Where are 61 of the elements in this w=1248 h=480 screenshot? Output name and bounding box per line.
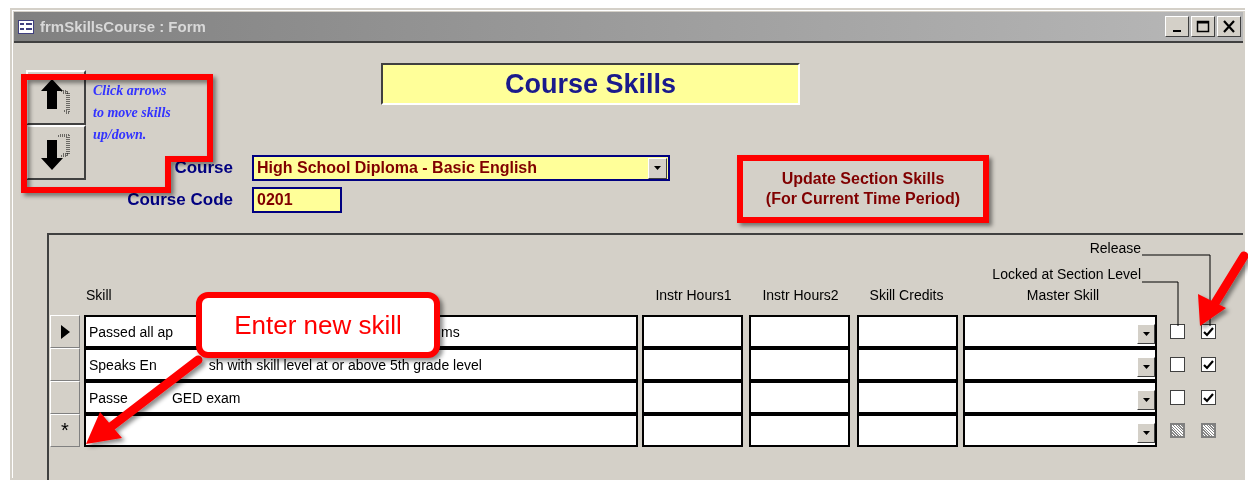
credits-field[interactable] xyxy=(857,348,958,381)
column-label: Release xyxy=(1089,239,1141,257)
hours-field[interactable] xyxy=(642,414,743,447)
form-icon xyxy=(18,19,34,34)
up-arrow-icon xyxy=(41,79,71,116)
hours-field[interactable] xyxy=(749,414,850,447)
skill-field[interactable]: Passe GED exam xyxy=(84,381,638,414)
hours-field[interactable] xyxy=(642,348,743,381)
dropdown-arrow-icon xyxy=(1142,398,1150,402)
column-header: Master Skill xyxy=(1025,287,1101,305)
field-label: Course Code xyxy=(127,190,233,210)
column-label: Locked at Section Level xyxy=(992,265,1141,283)
checkbox[interactable] xyxy=(1201,357,1216,372)
checkbox[interactable] xyxy=(1201,324,1216,339)
dropdown-arrow-icon xyxy=(1142,365,1150,369)
move-down-button[interactable] xyxy=(26,125,86,180)
callout-tooltip: Enter new skill xyxy=(196,292,440,358)
checkbox[interactable] xyxy=(1170,357,1185,372)
hours-field[interactable] xyxy=(749,315,850,348)
skill-field[interactable] xyxy=(84,414,638,447)
master-skill-dropdown[interactable] xyxy=(963,315,1157,348)
course-code-field[interactable]: 0201 xyxy=(252,187,342,213)
hours-field[interactable] xyxy=(642,381,743,414)
hours-field[interactable] xyxy=(642,315,743,348)
field-label: Course xyxy=(174,158,233,178)
record-selector[interactable]: * xyxy=(50,414,80,447)
column-header: Skill Credits xyxy=(868,287,945,305)
window-title: frmSkillsCourse : Form xyxy=(40,18,207,35)
checkbox[interactable] xyxy=(1170,324,1185,339)
dropdown-arrow-icon xyxy=(654,166,661,170)
credits-field[interactable] xyxy=(857,414,958,447)
update-button[interactable]: Update Section Skills (For Current Time Period) xyxy=(737,155,989,223)
column-header: Skill xyxy=(86,287,113,305)
master-skill-dropdown[interactable] xyxy=(963,348,1157,381)
maximize-icon xyxy=(1196,20,1210,33)
close-icon xyxy=(1222,20,1236,33)
maximize-button[interactable] xyxy=(1191,16,1215,37)
credits-field[interactable] xyxy=(857,315,958,348)
credits-field[interactable] xyxy=(857,381,958,414)
form-title: Course Skills xyxy=(381,63,800,105)
hours-field[interactable] xyxy=(749,348,850,381)
record-selector[interactable] xyxy=(50,315,80,348)
master-skill-dropdown[interactable] xyxy=(963,414,1157,447)
checkbox[interactable] xyxy=(1170,423,1185,438)
down-arrow-icon xyxy=(41,134,71,171)
current-record-icon xyxy=(60,324,70,339)
master-skill-dropdown[interactable] xyxy=(963,381,1157,414)
checkbox[interactable] xyxy=(1170,390,1185,405)
checkbox[interactable] xyxy=(1201,423,1216,438)
checkbox[interactable] xyxy=(1201,390,1216,405)
hint-text: Click arrows to move skills up/down. xyxy=(93,82,172,144)
minimize-icon xyxy=(1173,29,1181,32)
new-record-marker: * xyxy=(61,419,69,442)
dropdown-arrow-icon xyxy=(1142,332,1150,336)
course-dropdown[interactable]: High School Diploma - Basic English xyxy=(252,155,670,181)
minimize-button[interactable] xyxy=(1165,16,1189,37)
dropdown-arrow-icon xyxy=(1142,431,1150,435)
column-header: Instr Hours1 xyxy=(654,287,733,305)
hours-field[interactable] xyxy=(749,381,850,414)
column-header: Instr Hours2 xyxy=(761,287,840,305)
close-button[interactable] xyxy=(1217,16,1241,37)
